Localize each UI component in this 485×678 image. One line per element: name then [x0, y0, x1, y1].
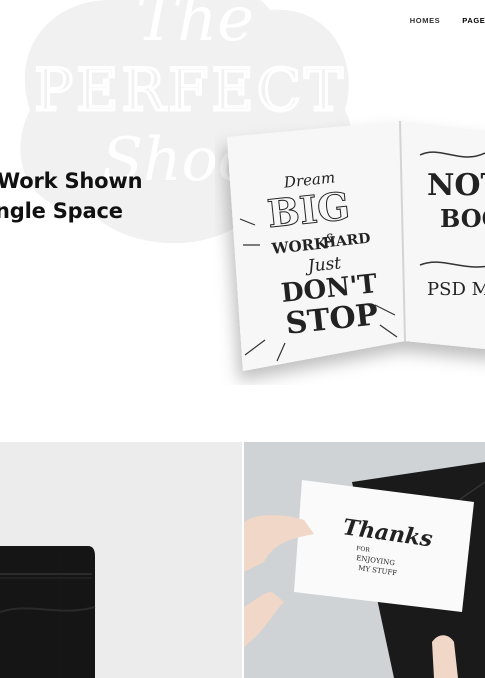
nav-item-homes[interactable]: HOMES — [410, 14, 441, 27]
hero-headline-line-1: Work Shown — [0, 169, 143, 193]
logo-line-1: The — [136, 0, 254, 55]
portfolio-grid: Thanks FOR ENJOYING MY STUFF — [0, 442, 485, 678]
main-nav: HOMES PAGES — [410, 14, 485, 27]
portfolio-tile-thanks-card[interactable]: Thanks FOR ENJOYING MY STUFF — [244, 442, 485, 678]
svg-text:BIG: BIG — [265, 183, 352, 236]
logo-line-2: PERFECT — [34, 56, 346, 124]
notebook-mockup-image: Dream BIG WORK & HARD Just DON'T STOP NO… — [227, 120, 485, 371]
svg-text:PSD M: PSD M — [427, 279, 485, 300]
svg-text:BOO: BOO — [440, 204, 485, 233]
black-pouch-image — [0, 546, 96, 678]
nav-item-pages[interactable]: PAGES — [462, 14, 485, 27]
hero-headline: Work Shown ngle Space — [0, 166, 143, 226]
hero-headline-line-2: ngle Space — [0, 199, 123, 223]
hero-section: The PERFECT Shoot HOMES PAGES Work Shown… — [0, 0, 485, 442]
portfolio-tile-pouch[interactable] — [0, 442, 242, 678]
thanks-card-image: Thanks FOR ENJOYING MY STUFF — [244, 462, 485, 678]
svg-text:NOT: NOT — [427, 168, 485, 203]
